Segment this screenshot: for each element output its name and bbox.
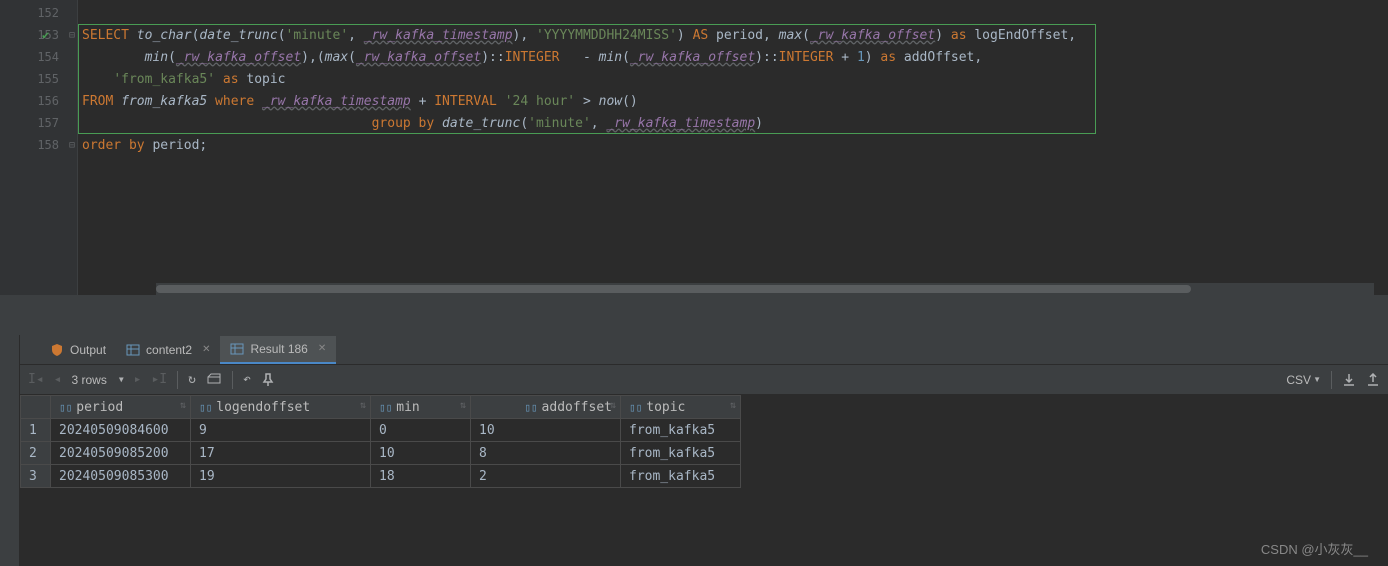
check-icon: ✔ [42, 28, 49, 42]
gutter-line: 153✔⊟ [0, 24, 77, 46]
gutter: 152 153✔⊟ 154 155 156 157 158⊟ [0, 0, 78, 295]
tab-label: content2 [146, 343, 192, 357]
column-header-logendoffset[interactable]: ▯▯logendoffset⇅ [191, 396, 371, 419]
sort-icon[interactable]: ⇅ [180, 400, 186, 411]
corner-cell [21, 396, 51, 419]
rows-count: 3 rows [71, 373, 106, 387]
tab-label: Result 186 [250, 342, 307, 356]
cell-topic[interactable]: from_kafka5 [621, 419, 741, 442]
row-number: 1 [21, 419, 51, 442]
table-row[interactable]: 3 20240509085300 19 18 2 from_kafka5 [21, 465, 741, 488]
gutter-line: 154 [0, 46, 77, 68]
cell-logendoffset[interactable]: 17 [191, 442, 371, 465]
gutter-line: 158⊟ [0, 134, 77, 156]
prev-page-button[interactable]: ◂ [54, 372, 62, 387]
code-area[interactable]: SELECT to_char(date_trunc('minute', _rw_… [78, 0, 1388, 295]
column-header-period[interactable]: ▯▯period⇅ [51, 396, 191, 419]
editor-area: 152 153✔⊟ 154 155 156 157 158⊟ SELECT to… [0, 0, 1388, 295]
column-header-addoffset[interactable]: ▯▯addoffset⇅ [471, 396, 621, 419]
cell-addoffset[interactable]: 2 [471, 465, 621, 488]
side-handle[interactable] [0, 335, 20, 566]
cell-logendoffset[interactable]: 9 [191, 419, 371, 442]
last-page-button[interactable]: ▸I [151, 372, 167, 387]
tab-label: Output [70, 343, 106, 357]
sort-icon[interactable]: ⇅ [610, 400, 616, 411]
column-header-topic[interactable]: ▯▯topic⇅ [621, 396, 741, 419]
gutter-line: 152 [0, 2, 77, 24]
code-line-152[interactable] [78, 2, 1388, 24]
cell-topic[interactable]: from_kafka5 [621, 465, 741, 488]
first-page-button[interactable]: I◂ [28, 372, 44, 387]
horizontal-scrollbar[interactable] [156, 283, 1374, 295]
cell-addoffset[interactable]: 8 [471, 442, 621, 465]
results-table: ▯▯period⇅ ▯▯logendoffset⇅ ▯▯min⇅ ▯▯addof… [20, 395, 741, 488]
watermark: CSDN @小灰灰__ [1261, 539, 1368, 558]
download-button[interactable] [1342, 373, 1356, 387]
code-line-157[interactable]: group by date_trunc('minute', _rw_kafka_… [78, 112, 1388, 134]
column-header-min[interactable]: ▯▯min⇅ [371, 396, 471, 419]
gutter-line: 157 [0, 112, 77, 134]
result-tabs-bar: Output content2 ✕ Result 186 ✕ [0, 335, 1388, 365]
sort-icon[interactable]: ⇅ [730, 400, 736, 411]
cell-topic[interactable]: from_kafka5 [621, 442, 741, 465]
chevron-down-icon[interactable]: ▼ [119, 375, 124, 384]
code-line-158[interactable]: order by period; [78, 134, 1388, 156]
row-number: 3 [21, 465, 51, 488]
table-icon [126, 343, 140, 357]
cell-addoffset[interactable]: 10 [471, 419, 621, 442]
upload-button[interactable] [1366, 373, 1380, 387]
code-line-155[interactable]: 'from_kafka5' as topic [78, 68, 1388, 90]
gutter-line: 155 [0, 68, 77, 90]
column-icon: ▯▯ [524, 401, 537, 414]
export-format-dropdown[interactable]: CSV▼ [1286, 373, 1321, 387]
code-line-154[interactable]: min(_rw_kafka_offset),(max(_rw_kafka_off… [78, 46, 1388, 68]
cell-period[interactable]: 20240509085300 [51, 465, 191, 488]
reload-button[interactable]: ↻ [188, 372, 196, 387]
sort-icon[interactable]: ⇅ [360, 400, 366, 411]
close-icon[interactable]: ✕ [202, 344, 210, 355]
column-icon: ▯▯ [629, 401, 642, 414]
cell-logendoffset[interactable]: 19 [191, 465, 371, 488]
next-page-button[interactable]: ▸ [134, 372, 142, 387]
fold-icon[interactable]: ⊟ [69, 30, 75, 41]
tab-content2[interactable]: content2 ✕ [116, 336, 220, 364]
results-toolbar: I◂ ◂ 3 rows ▼ ▸ ▸I ↻ ↶ CSV▼ [20, 365, 1388, 395]
tab-output[interactable]: Output [40, 336, 116, 364]
gutter-line: 156 [0, 90, 77, 112]
sort-icon[interactable]: ⇅ [460, 400, 466, 411]
table-row[interactable]: 2 20240509085200 17 10 8 from_kafka5 [21, 442, 741, 465]
tab-result[interactable]: Result 186 ✕ [220, 336, 336, 364]
code-line-156[interactable]: FROM from_kafka5 where _rw_kafka_timesta… [78, 90, 1388, 112]
splitter[interactable] [0, 295, 1388, 335]
column-icon: ▯▯ [379, 401, 392, 414]
cell-min[interactable]: 18 [371, 465, 471, 488]
results-grid: ▯▯period⇅ ▯▯logendoffset⇅ ▯▯min⇅ ▯▯addof… [20, 395, 1388, 488]
table-icon [230, 342, 244, 356]
revert-button[interactable]: ↶ [243, 372, 251, 387]
column-icon: ▯▯ [59, 401, 72, 414]
cell-min[interactable]: 0 [371, 419, 471, 442]
cell-min[interactable]: 10 [371, 442, 471, 465]
cell-period[interactable]: 20240509085200 [51, 442, 191, 465]
column-icon: ▯▯ [199, 401, 212, 414]
code-line-153[interactable]: SELECT to_char(date_trunc('minute', _rw_… [78, 24, 1388, 46]
pin-button[interactable] [261, 373, 275, 387]
shield-icon [50, 343, 64, 357]
row-number: 2 [21, 442, 51, 465]
table-header-row: ▯▯period⇅ ▯▯logendoffset⇅ ▯▯min⇅ ▯▯addof… [21, 396, 741, 419]
tx-button[interactable] [206, 373, 222, 387]
table-row[interactable]: 1 20240509084600 9 0 10 from_kafka5 [21, 419, 741, 442]
cell-period[interactable]: 20240509084600 [51, 419, 191, 442]
close-icon[interactable]: ✕ [318, 343, 326, 354]
fold-icon[interactable]: ⊟ [69, 140, 75, 151]
